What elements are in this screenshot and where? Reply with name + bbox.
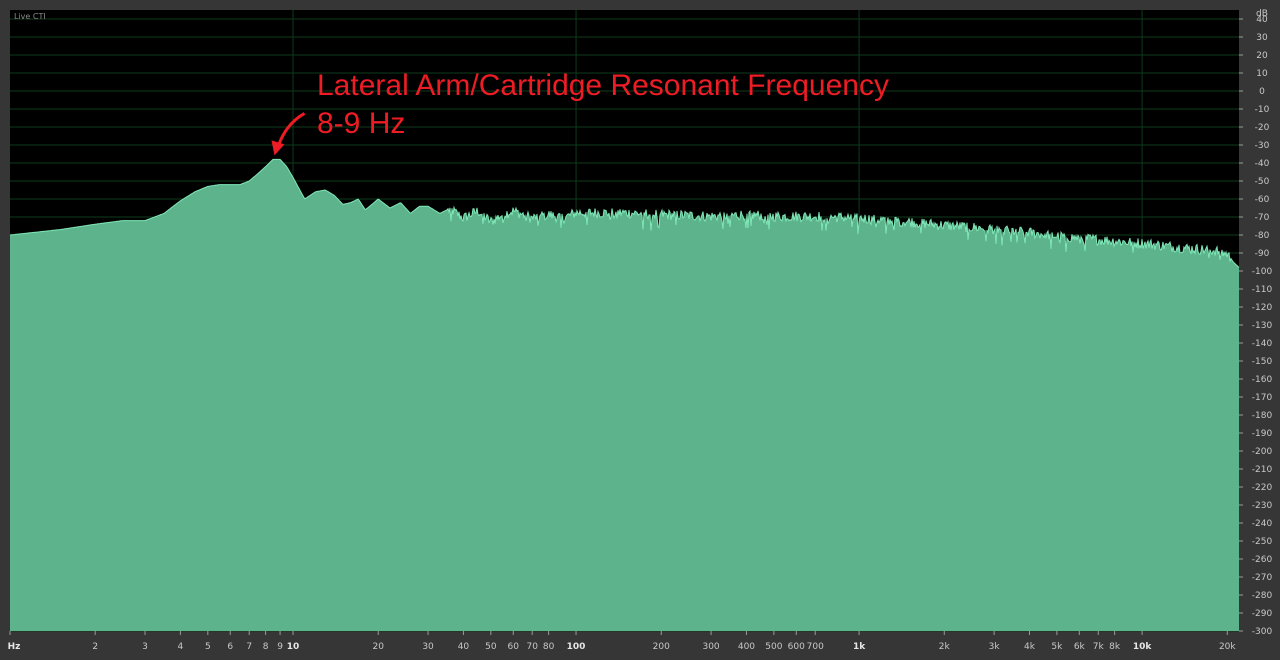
y-tick-label: -300 (1252, 627, 1273, 637)
x-tick-label: 6 (227, 642, 233, 652)
x-axis-ticks: Hz 2 3 4 5 6 7 8 9 10 20 30 40 50 60 70 80 100 200 300 400 50… (8, 631, 1236, 652)
x-tick-label: 30 (422, 642, 434, 652)
y-tick-label: -120 (1252, 303, 1273, 313)
y-tick-label: -250 (1252, 537, 1273, 547)
x-tick-label: 5 (205, 642, 211, 652)
y-tick-label: 10 (1256, 69, 1268, 79)
y-tick-label: -130 (1252, 321, 1273, 331)
y-tick-label: -210 (1252, 465, 1273, 475)
y-tick-label: -280 (1252, 591, 1273, 601)
x-tick-label: 400 (738, 642, 755, 652)
x-tick-label: 4k (1024, 642, 1036, 652)
x-tick-label: 20k (1219, 642, 1236, 652)
x-tick-label: 40 (458, 642, 470, 652)
x-tick-label: 3k (989, 642, 1001, 652)
y-tick-label: -170 (1252, 393, 1273, 403)
x-tick-label: 8 (263, 642, 269, 652)
x-tick-label: 600 (788, 642, 805, 652)
y-tick-label: -20 (1255, 123, 1270, 133)
x-tick-label: 9 (277, 642, 283, 652)
x-tick-label: 20 (372, 642, 384, 652)
x-tick-label: Hz (8, 642, 21, 652)
y-tick-label: -260 (1252, 555, 1273, 565)
x-tick-label: 7k (1093, 642, 1105, 652)
live-cti-label: Live CTI (14, 12, 46, 21)
y-axis-ticks: 403020100-10-20-30-40-50-60-70-80-90-100… (1239, 15, 1272, 637)
y-tick-label: -10 (1255, 105, 1270, 115)
y-tick-label: -200 (1252, 447, 1273, 457)
y-tick-label: -290 (1252, 609, 1273, 619)
y-tick-label: -150 (1252, 357, 1273, 367)
spectrum-analyzer-window: Hz 2 3 4 5 6 7 8 9 10 20 30 40 50 60 70 80 100 200 300 400 50… (0, 0, 1280, 660)
x-tick-label: 8k (1109, 642, 1121, 652)
y-tick-label: -140 (1252, 339, 1273, 349)
y-tick-label: -110 (1252, 285, 1273, 295)
x-tick-label: 200 (653, 642, 670, 652)
y-tick-label: -160 (1252, 375, 1273, 385)
annotation-title: Lateral Arm/Cartridge Resonant Frequency (317, 69, 889, 102)
y-tick-label: -70 (1255, 213, 1270, 223)
y-tick-label: -180 (1252, 411, 1273, 421)
y-tick-label: 0 (1259, 87, 1265, 97)
x-tick-label: 2k (939, 642, 951, 652)
x-tick-label: 6k (1074, 642, 1086, 652)
x-tick-label: 700 (807, 642, 824, 652)
y-tick-label: -80 (1255, 231, 1270, 241)
y-tick-label: -220 (1252, 483, 1273, 493)
y-tick-label: -90 (1255, 249, 1270, 259)
x-tick-label: 500 (765, 642, 782, 652)
annotation-frequency: 8-9 Hz (317, 107, 405, 140)
x-tick-label: 300 (702, 642, 719, 652)
y-tick-label: -270 (1252, 573, 1273, 583)
y-tick-label: -50 (1255, 177, 1270, 187)
x-tick-label: 1k (853, 642, 866, 652)
y-tick-label: -230 (1252, 501, 1273, 511)
x-tick-label: 50 (485, 642, 497, 652)
spectrum-chart: Hz 2 3 4 5 6 7 8 9 10 20 30 40 50 60 70 80 100 200 300 400 50… (8, 9, 1273, 652)
x-tick-label: 10 (287, 642, 300, 652)
y-tick-label: 30 (1256, 33, 1268, 43)
y-tick-label: -190 (1252, 429, 1273, 439)
y-tick-label: -60 (1255, 195, 1270, 205)
x-tick-label: 70 (526, 642, 538, 652)
y-axis-unit: dB (1256, 9, 1268, 19)
x-tick-label: 5k (1051, 642, 1063, 652)
y-tick-label: 20 (1256, 51, 1268, 61)
x-tick-label: 10k (1133, 642, 1153, 652)
x-tick-label: 60 (508, 642, 520, 652)
y-tick-label: -40 (1255, 159, 1270, 169)
x-tick-label: 7 (246, 642, 252, 652)
y-tick-label: -100 (1252, 267, 1273, 277)
y-tick-label: -30 (1255, 141, 1270, 151)
y-tick-label: -240 (1252, 519, 1273, 529)
x-tick-label: 80 (543, 642, 555, 652)
x-tick-label: 2 (92, 642, 98, 652)
x-tick-label: 3 (142, 642, 148, 652)
x-tick-label: 4 (178, 642, 184, 652)
x-tick-label: 100 (567, 642, 586, 652)
